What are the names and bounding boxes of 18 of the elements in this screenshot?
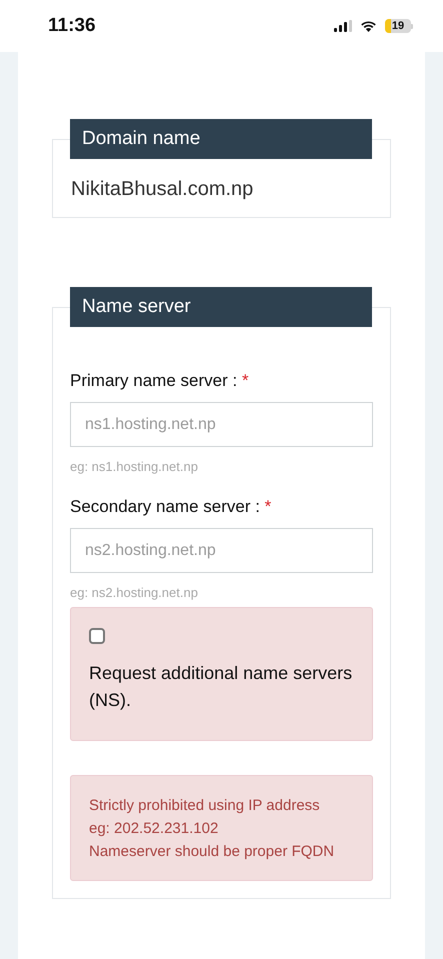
text-input[interactable]: ns2.hosting.net.np <box>70 528 373 573</box>
section-title: Name server <box>70 287 372 327</box>
field-label: Primary name server : * <box>70 371 250 391</box>
field-label: Secondary name server : * <box>70 497 272 517</box>
warning-text: Strictly prohibited using IP address <box>89 796 321 816</box>
section-title: Domain name <box>70 119 372 159</box>
wifi-icon <box>360 20 377 32</box>
battery-icon: 19 <box>385 19 413 33</box>
text-input[interactable]: ns1.hosting.net.np <box>70 402 373 447</box>
warning-text: Nameserver should be proper FQDN <box>89 842 336 862</box>
checkbox[interactable] <box>89 628 105 644</box>
checkbox-label: Request additional name servers (NS). <box>89 662 354 712</box>
clock-time: 11:36 <box>48 15 96 37</box>
warning-text: eg: 202.52.231.102 <box>89 819 220 839</box>
field-hint: eg: ns1.hosting.net.np <box>70 459 199 475</box>
field-hint: eg: ns2.hosting.net.np <box>70 585 199 601</box>
domain-value: NikitaBhusal.com.np <box>70 177 254 202</box>
signal-icon <box>334 20 352 32</box>
